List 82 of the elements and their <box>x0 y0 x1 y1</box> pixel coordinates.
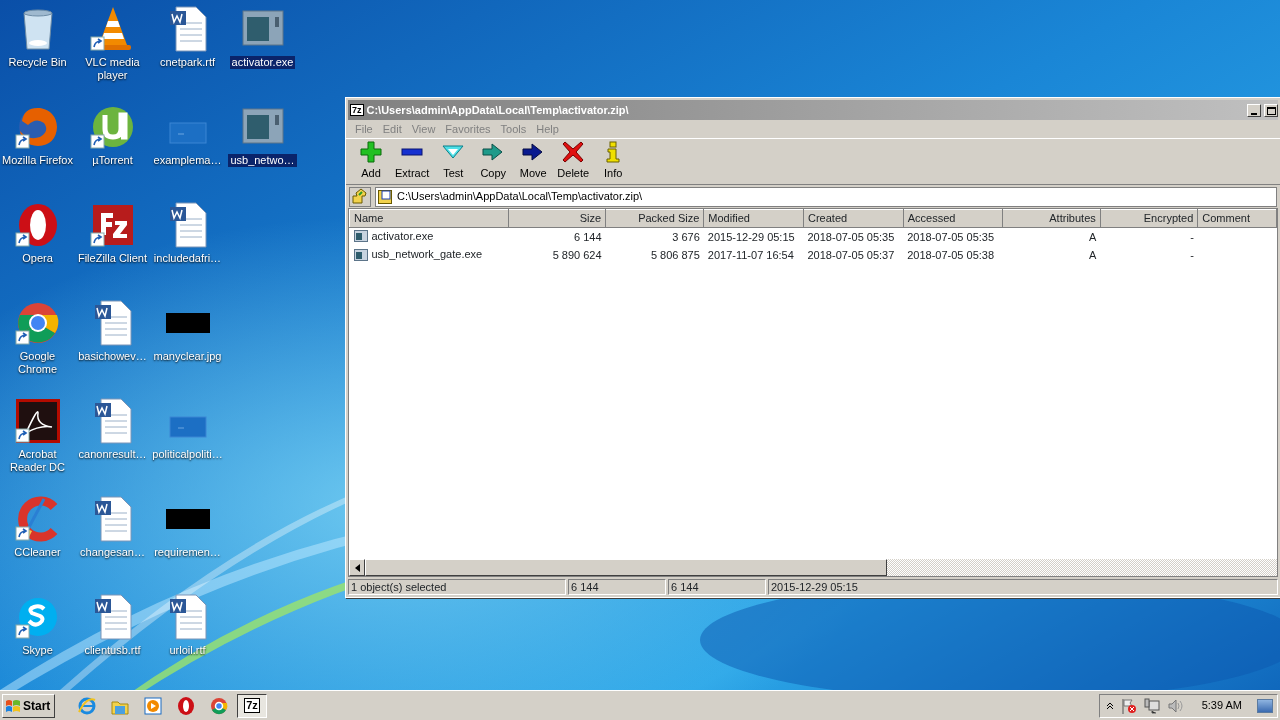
file-name[interactable]: usb_network_gate.exe <box>353 246 483 263</box>
column-header[interactable]: Encrypted <box>1100 209 1198 227</box>
plus-icon <box>360 140 382 163</box>
maximize-button[interactable] <box>1264 103 1278 117</box>
arrow-right-icon <box>522 140 545 163</box>
table-cell: - <box>1190 230 1194 243</box>
icon-label[interactable]: Mozilla Firefox <box>0 154 75 167</box>
icon-label[interactable]: VLC media player <box>75 56 150 82</box>
table-cell: 3 676 <box>672 230 700 243</box>
scroll-left-button[interactable] <box>349 559 365 576</box>
column-header[interactable]: Modified <box>703 209 804 227</box>
icon-label[interactable]: Opera <box>20 252 55 265</box>
icon-label[interactable]: basichowev… <box>76 350 149 363</box>
minimize-button[interactable] <box>1247 103 1261 117</box>
icon-label[interactable]: Google Chrome <box>0 350 75 376</box>
column-header[interactable]: Name <box>349 209 509 227</box>
icon-label[interactable]: usb_netwo… <box>228 154 297 167</box>
copy-button[interactable]: Copy <box>473 140 514 181</box>
browser-icon <box>209 695 229 716</box>
column-header[interactable]: Created <box>803 209 904 227</box>
status-text: 6 144 <box>668 579 766 595</box>
archive-icon <box>378 189 392 204</box>
icon-label[interactable]: includedafri… <box>151 252 224 265</box>
triangle-left-icon <box>354 563 360 572</box>
icon-label[interactable]: µTorrent <box>90 154 135 167</box>
scroll-thumb[interactable] <box>365 559 887 576</box>
program-window-icon <box>353 229 368 242</box>
up-folder-icon[interactable] <box>349 186 371 207</box>
table-cell: 2015-12-29 05:15 <box>707 230 795 243</box>
icon-label[interactable]: cnetpark.rtf <box>158 56 217 69</box>
column-header[interactable]: Attributes <box>1002 209 1101 227</box>
icon-label[interactable]: activator.exe <box>229 56 296 69</box>
table-cell: 2018-07-05 05:35 <box>807 230 895 243</box>
icon-label[interactable]: examplema… <box>151 154 224 167</box>
status-text: 1 object(s) selected <box>348 579 566 595</box>
chevron-up-icon[interactable] <box>1105 701 1114 710</box>
column-header[interactable]: Comment <box>1197 209 1277 227</box>
speaker-icon[interactable] <box>1166 697 1183 714</box>
table-cell: A <box>1088 249 1097 262</box>
pdf-icon[interactable] <box>13 397 62 445</box>
horizontal-scrollbar[interactable] <box>349 559 1277 576</box>
windows-logo-icon <box>5 697 21 714</box>
table-cell: 2017-11-07 16:54 <box>707 249 794 262</box>
info-button[interactable]: Info <box>593 140 634 181</box>
icon-label[interactable]: Recycle Bin <box>6 56 69 69</box>
file-name[interactable]: activator.exe <box>353 227 434 244</box>
flag-icon[interactable] <box>1120 697 1137 714</box>
table-cell: 5 890 624 <box>552 249 602 262</box>
delete-icon <box>562 140 585 163</box>
add-button[interactable]: Add <box>351 140 391 181</box>
arrow-right-icon <box>482 140 505 163</box>
status-text: 6 144 <box>568 579 666 595</box>
address-field[interactable]: C:\Users\admin\AppData\Local\Temp\activator.zip\ <box>375 186 1277 207</box>
table-cell: 5 806 875 <box>650 249 700 262</box>
show-desktop-button[interactable] <box>1257 698 1273 713</box>
table-cell: 2018-07-05 05:38 <box>907 249 995 262</box>
program-window-icon <box>353 248 368 261</box>
ring-icon <box>176 695 196 716</box>
clock[interactable]: 5:39 AM <box>1201 697 1242 714</box>
table-cell: - <box>1190 249 1194 262</box>
table-cell: 6 144 <box>574 230 602 243</box>
window-title: C:\Users\admin\AppData\Local\Temp\activator.zip\ <box>366 102 629 118</box>
play-icon <box>143 695 163 716</box>
column-header[interactable]: Accessed <box>903 209 1003 227</box>
column-header[interactable]: Packed Size <box>605 209 704 227</box>
move-button[interactable]: Move <box>513 140 554 181</box>
network-icon[interactable] <box>1143 697 1160 714</box>
table-cell: 2018-07-05 05:35 <box>907 230 995 243</box>
app-icon: 7z <box>350 104 364 116</box>
icon-label[interactable]: Acrobat Reader DC <box>0 448 75 474</box>
icon-label[interactable]: FileZilla Client <box>75 252 150 265</box>
browser-icon <box>77 695 97 716</box>
taskbar-button[interactable]: 7z <box>237 693 267 718</box>
status-text: 2015-12-29 05:15 <box>768 579 1278 595</box>
delete-button[interactable]: Delete <box>553 140 594 181</box>
test-button[interactable]: Test <box>433 140 474 181</box>
extract-button[interactable]: Extract <box>391 140 434 181</box>
app-icon: 7z <box>244 698 260 713</box>
table-cell: A <box>1088 230 1097 243</box>
column-header[interactable]: Size <box>508 209 606 227</box>
start-button[interactable]: Start <box>2 693 55 718</box>
table-cell: 2018-07-05 05:37 <box>807 249 895 262</box>
